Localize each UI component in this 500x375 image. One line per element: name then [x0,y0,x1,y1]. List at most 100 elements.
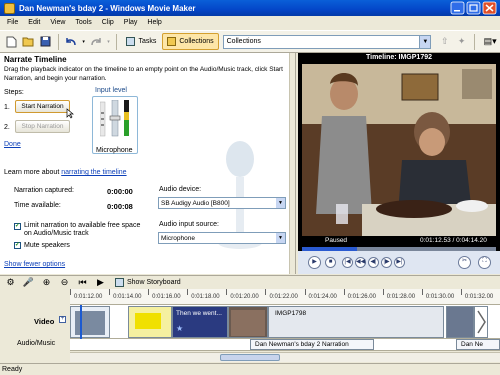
menu-help[interactable]: Help [142,19,166,26]
collections-label: Collections [179,38,214,45]
menu-view[interactable]: View [45,19,70,26]
play-timeline-icon[interactable]: ▶ [93,275,108,290]
input-level-meter [100,100,129,137]
narration-audio-clip[interactable]: Dan Newman's bday 2 Narration [250,339,374,350]
preview-video-frame [302,64,496,236]
movie-maker-window: Dan Newman's bday 2 - Windows Movie Make… [0,0,500,375]
menu-file[interactable]: File [2,19,23,26]
minimize-icon[interactable] [450,1,465,15]
audio-music-track-label: Audio/Music [17,340,56,347]
menu-tools[interactable]: Tools [70,19,96,26]
show-fewer-options-link[interactable]: Show fewer options [4,261,65,268]
next-frame-icon[interactable]: |▶ [381,257,392,268]
menu-edit[interactable]: Edit [23,19,45,26]
undo-icon[interactable] [64,34,79,49]
video-clip[interactable] [228,306,268,338]
timeline-toolbar: ⚙ 🎤 ⊕ ⊖ ⏮ ▶ Show Storyboard [0,275,500,289]
ruler-tick-mark [109,289,111,295]
video-track[interactable]: Then we went... ★ IMGP1798 [70,305,500,339]
narrate-timeline-pane: Narrate Timeline Drag the playback indic… [0,53,296,274]
zoom-in-icon[interactable]: ⊕ [39,275,54,290]
timeline-ruler[interactable]: 0:01:12.00 0:01:14.00 0:01:16.00 0:01:18.00… [70,289,500,305]
next-clip-icon[interactable]: ▶| [394,257,405,268]
transition-clip[interactable] [474,306,488,338]
video-clip[interactable] [70,306,110,338]
preview-status-bar: Paused 0:01:12.53 / 0:04:14.20 [298,236,500,247]
up-folder-icon[interactable]: ⇧ [437,34,452,49]
ruler-tick-label: 0:01:18.00 [191,294,220,300]
time-available-label: Time available: [14,202,61,209]
step-2-number: 2. [4,124,10,131]
audio-device-select[interactable]: SB Audigy Audio [B800] ▼ [158,197,286,209]
limit-narration-checkbox[interactable]: ✓ [14,223,21,230]
done-link[interactable]: Done [4,141,21,148]
play-icon[interactable]: ▶ [308,256,321,269]
scrollbar-thumb[interactable] [220,354,280,361]
audio-device-value: SB Audigy Audio [B800] [161,199,230,207]
tasks-label: Tasks [138,38,157,45]
close-icon[interactable] [482,1,497,15]
ruler-tick-label: 0:01:22.00 [269,294,298,300]
preview-title: Timeline: IMGP1792 [365,54,432,61]
stop-icon[interactable]: ■ [325,257,336,268]
microphone-narrate-icon[interactable]: 🎤 [21,275,36,290]
collections-button[interactable]: Collections [162,33,219,50]
undo-dropdown-icon[interactable]: ▾ [81,34,87,49]
new-project-icon[interactable] [4,34,19,49]
image-clip-imgp1798[interactable]: IMGP1798 [268,306,444,338]
collections-select-value: Collections [226,38,261,45]
mouse-cursor-icon [66,108,74,119]
chevron-down-icon[interactable]: ▼ [276,198,285,208]
title-clip[interactable]: Then we went... ★ [172,306,228,338]
ruler-tick-label: 0:01:28.00 [386,294,416,300]
stop-narration-button[interactable]: Stop Narration [15,120,70,133]
chevron-down-icon[interactable]: ▼ [419,35,431,48]
rewind-icon[interactable]: ◀◀ [355,257,366,268]
new-folder-icon[interactable]: ✦ [454,34,469,49]
redo-icon[interactable] [89,34,104,49]
tasks-button[interactable]: Tasks [122,33,160,50]
menu-clip[interactable]: Clip [97,19,119,26]
ruler-tick-label: 0:01:32.00 [464,294,494,300]
toolbar-separator [474,33,476,50]
fullscreen-icon[interactable]: ⛶ [478,256,491,269]
zoom-out-icon[interactable]: ⊖ [57,275,72,290]
mute-speakers-checkbox[interactable]: ✓ [14,242,21,249]
narration-audio-clip-2[interactable]: Dan Ne [456,339,500,350]
ruler-tick-mark [382,289,384,295]
pane-scrollbar[interactable] [289,53,295,274]
previous-clip-icon[interactable]: |◀ [342,257,353,268]
views-icon[interactable]: ▤▾ [480,34,500,49]
open-icon[interactable] [21,34,36,49]
input-level-slider [109,115,121,121]
menu-bar: File Edit View Tools Clip Play Help [0,16,500,29]
set-audio-levels-icon[interactable]: ⚙ [3,275,18,290]
collections-dropdown[interactable]: Collections ▼ [222,34,432,49]
audio-input-source-select[interactable]: Microphone ▼ [158,232,286,244]
rewind-timeline-icon[interactable]: ⏮ [75,275,90,290]
audio-music-track[interactable]: Dan Newman's bday 2 Narration Dan Ne [70,339,500,351]
maximize-icon[interactable] [466,1,481,15]
start-narration-button[interactable]: Start Narration [15,100,70,113]
previous-frame-icon[interactable]: ◀| [368,257,379,268]
audio-device-label: Audio device: [159,186,202,193]
chevron-down-icon[interactable]: ▼ [276,233,285,243]
ruler-tick-label: 0:01:26.00 [347,294,376,300]
timeline-horizontal-scrollbar[interactable] [70,352,500,362]
video-clip[interactable] [446,306,474,338]
ruler-tick-label: 0:01:30.00 [425,294,455,300]
expand-video-track-icon[interactable]: + [59,316,66,323]
show-storyboard-label: Show Storyboard [127,279,181,286]
window-title: Dan Newman's bday 2 - Windows Movie Make… [19,3,196,13]
playback-indicator[interactable] [80,305,82,339]
narration-audio-clip-name: Dan Newman's bday 2 Narration [255,341,349,348]
redo-dropdown-icon[interactable]: ▾ [106,34,112,49]
ruler-tick-label: 0:01:12.00 [74,294,103,300]
star-icon: ★ [176,324,184,333]
title-clip-transition[interactable] [128,306,172,338]
split-icon[interactable]: ✂ [458,256,471,269]
menu-play[interactable]: Play [119,19,143,26]
learn-more-link[interactable]: narrating the timeline [61,169,126,176]
save-icon[interactable] [38,34,53,49]
ruler-tick-label: 0:01:16.00 [152,294,181,300]
